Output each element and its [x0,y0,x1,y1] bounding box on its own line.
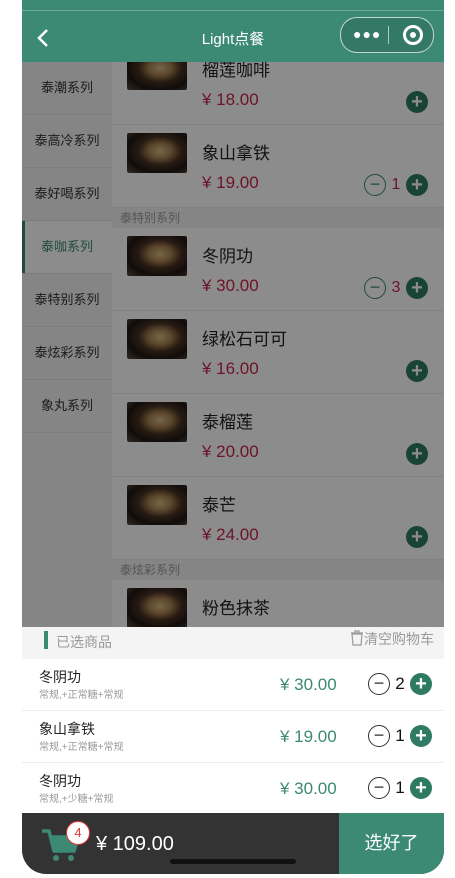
add-button[interactable]: + [410,725,432,747]
cart-item-spec: 常规,+正常糖+常规 [39,742,124,753]
cart-item-price: ¥ 19.00 [280,727,337,746]
quantity-value: 1 [395,726,405,745]
cart-item-spec: 常规,+少糖+常规 [39,794,114,805]
total-price: ¥ 109.00 [96,833,174,855]
minus-button[interactable]: − [368,673,390,695]
divider [22,10,444,11]
quantity-value: 1 [395,778,405,797]
cart-item-price: ¥ 30.00 [280,675,337,694]
cart-panel: 已选商品 清空购物车 冬阴功 常规,+正常糖+常规 ¥ 30.00 − 2 + … [22,627,444,815]
home-indicator [170,859,296,864]
add-button[interactable]: + [410,673,432,695]
clear-cart-label: 清空购物车 [364,631,434,647]
dim-overlay[interactable] [22,62,444,627]
cart-count-badge: 4 [66,821,90,845]
quantity-stepper: − 1 + [368,725,432,747]
cart-header: 已选商品 清空购物车 [22,627,444,659]
mini-program-capsule[interactable]: ●●● [340,17,434,53]
cart-item: 象山拿铁 常规,+正常糖+常规 ¥ 19.00 − 1 + [22,711,444,763]
cart-item-price: ¥ 30.00 [280,779,337,798]
add-button[interactable]: + [410,777,432,799]
quantity-stepper: − 2 + [368,673,432,695]
clear-cart-button[interactable]: 清空购物车 [350,629,434,649]
divider [388,26,389,44]
checkout-bar: 4 ¥ 109.00 选好了 [22,813,444,874]
confirm-button[interactable]: 选好了 [339,813,444,874]
cart-item: 冬阴功 常规,+正常糖+常规 ¥ 30.00 − 2 + [22,659,444,711]
quantity-value: 2 [395,674,405,693]
nav-bar: Light点餐 ●●● [22,0,444,62]
accent-bar [44,631,48,649]
app-screen: Light点餐 ●●● 泰潮系列 泰高冷系列 泰好喝系列 泰咖系列 泰特别系列 … [22,0,444,874]
cart-item-spec: 常规,+正常糖+常规 [39,690,124,701]
cart-item-name: 冬阴功 [39,669,81,685]
cart-item-name: 冬阴功 [39,773,81,789]
quantity-stepper: − 1 + [368,777,432,799]
cart-item-name: 象山拿铁 [39,721,95,737]
close-circle-icon[interactable] [403,25,423,45]
minus-button[interactable]: − [368,725,390,747]
trash-icon [351,630,363,646]
minus-button[interactable]: − [368,777,390,799]
cart-title: 已选商品 [56,634,112,650]
cart-item: 冬阴功 常规,+少糖+常规 ¥ 30.00 − 1 + [22,763,444,815]
more-dots-icon[interactable]: ●●● [353,26,381,42]
